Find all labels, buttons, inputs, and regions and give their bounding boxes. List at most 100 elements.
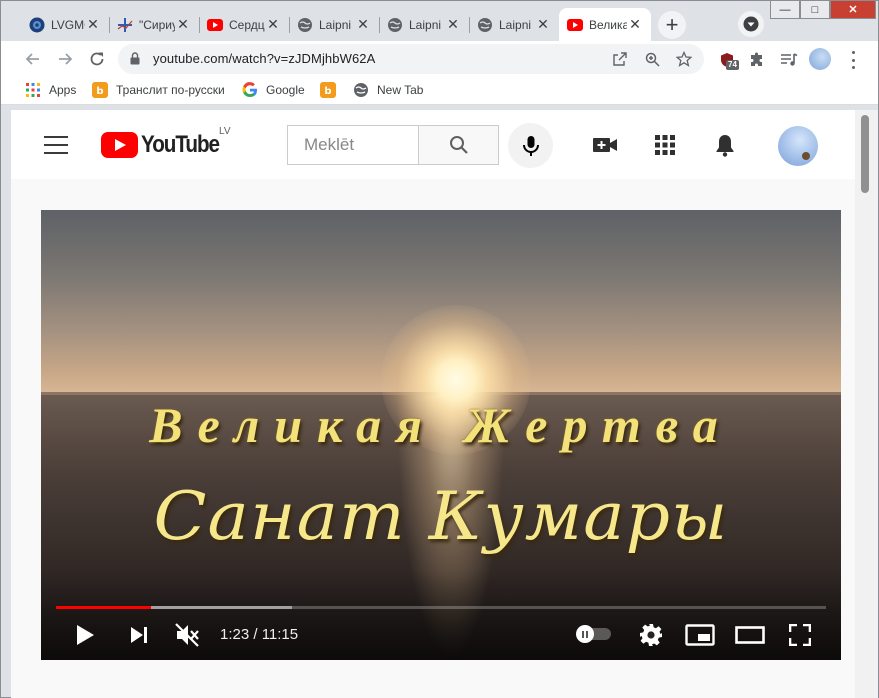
- maximize-button[interactable]: □: [800, 1, 830, 19]
- country-code: LV: [219, 126, 231, 137]
- apps-grid-icon: [655, 135, 675, 155]
- bookmark-new-tab[interactable]: New Tab: [353, 82, 423, 98]
- close-tab-icon[interactable]: ✕: [355, 16, 371, 33]
- window-controls: — □ ✕: [770, 1, 876, 19]
- fullscreen-button[interactable]: [785, 620, 815, 650]
- apps-grid-icon: [25, 82, 41, 98]
- close-tab-icon[interactable]: ✕: [535, 16, 551, 33]
- youtube-logo[interactable]: YouTube: [101, 131, 232, 159]
- search-button[interactable]: [418, 125, 499, 165]
- scrollbar-thumb[interactable]: [861, 115, 869, 193]
- bookmarks-bar: Apps b Транслит по-русски Google b New T…: [1, 77, 878, 105]
- translit-icon: b: [320, 82, 336, 98]
- mute-button[interactable]: [172, 620, 202, 650]
- close-tab-icon[interactable]: ✕: [265, 16, 281, 33]
- reload-button[interactable]: [83, 45, 111, 73]
- extensions-puzzle-icon[interactable]: [747, 50, 767, 70]
- tab-search-button[interactable]: [738, 11, 764, 37]
- open-in-new-icon[interactable]: [611, 50, 629, 68]
- tab-lvgmc[interactable]: LVGMC ✕: [21, 8, 109, 41]
- close-tab-icon[interactable]: ✕: [175, 16, 191, 33]
- volume-muted-icon: [175, 623, 199, 647]
- globe-dark-icon: [29, 17, 45, 33]
- bookmark-translit-2[interactable]: b: [320, 82, 344, 98]
- tab-velikaya-active[interactable]: Велика ✕: [559, 8, 651, 41]
- close-window-button[interactable]: ✕: [830, 1, 876, 19]
- bookmark-translit[interactable]: b Транслит по-русски: [92, 82, 225, 98]
- apps-button[interactable]: [652, 132, 678, 158]
- fullscreen-icon: [789, 624, 811, 646]
- browser-window: LVGMC ✕ "Сириус" ✕ Сердце ✕ Laipni ✕: [0, 0, 879, 698]
- close-tab-icon[interactable]: ✕: [445, 16, 461, 33]
- play-button[interactable]: [70, 620, 100, 650]
- voice-search-button[interactable]: [508, 123, 553, 168]
- profile-avatar[interactable]: [809, 48, 831, 70]
- controls-gradient: [41, 570, 841, 660]
- address-bar[interactable]: youtube.com/watch?v=zJDMjhbW62A: [118, 44, 704, 74]
- microphone-icon: [522, 135, 539, 156]
- video-title-line-2: Санат Кумары: [153, 478, 729, 555]
- globe-icon: [297, 17, 313, 33]
- bookmark-label: New Tab: [377, 83, 424, 97]
- tab-sirius[interactable]: "Сириус" ✕: [109, 8, 199, 41]
- bookmark-google[interactable]: Google: [242, 82, 305, 98]
- forward-button[interactable]: [51, 45, 79, 73]
- search-input[interactable]: [288, 126, 419, 164]
- video-player[interactable]: Великая Жертва Санат Кумары 1:23 / 11:15: [41, 210, 841, 660]
- tab-title: Laipni: [319, 17, 352, 32]
- tab-strip: LVGMC ✕ "Сириус" ✕ Сердце ✕ Laipni ✕: [1, 1, 878, 41]
- tab-laipni-2[interactable]: Laipni ✕: [379, 8, 469, 41]
- account-avatar[interactable]: [778, 126, 818, 166]
- tab-title: Laipni: [499, 17, 532, 32]
- pause-icon: [576, 625, 594, 643]
- next-button[interactable]: [124, 620, 154, 650]
- close-tab-icon[interactable]: ✕: [85, 16, 101, 33]
- browser-menu-button[interactable]: [847, 51, 859, 69]
- globe-icon: [387, 17, 403, 33]
- bookmark-label: Транслит по-русски: [116, 83, 225, 97]
- bookmark-star-icon[interactable]: [675, 50, 693, 68]
- tab-serdtse[interactable]: Сердце ✕: [199, 8, 289, 41]
- zoom-icon[interactable]: [643, 50, 661, 68]
- bookmark-label: Google: [266, 83, 305, 97]
- new-tab-button[interactable]: +: [658, 11, 686, 39]
- settings-button[interactable]: [636, 620, 666, 650]
- miniplayer-button[interactable]: [685, 620, 715, 650]
- tab-title: LVGMC: [51, 17, 85, 32]
- miniplayer-icon: [685, 624, 715, 646]
- tab-laipni-3[interactable]: Laipni ✕: [469, 8, 559, 41]
- tab-title: Сердце: [229, 17, 265, 32]
- globe-icon: [353, 82, 369, 98]
- autoplay-toggle[interactable]: [576, 625, 611, 643]
- video-camera-plus-icon: [593, 138, 617, 152]
- browser-toolbar: youtube.com/watch?v=zJDMjhbW62A 74: [1, 41, 878, 77]
- page-scrollbar[interactable]: [855, 110, 878, 698]
- extension-badge: 74: [726, 60, 739, 70]
- url-text: youtube.com/watch?v=zJDMjhbW62A: [153, 51, 376, 66]
- youtube-page: YouTube LV Meklēt Великая Жертва Санат К…: [11, 110, 855, 698]
- globe-icon: [477, 17, 493, 33]
- svg-text:b: b: [324, 86, 331, 97]
- bookmark-apps[interactable]: Apps: [25, 82, 76, 98]
- youtube-play-logo-icon: [101, 132, 138, 158]
- extension-shield-icon[interactable]: 74: [717, 50, 739, 70]
- create-video-button[interactable]: [592, 132, 618, 158]
- close-tab-icon[interactable]: ✕: [627, 16, 643, 33]
- minimize-button[interactable]: —: [770, 1, 800, 19]
- bookmark-label: Apps: [49, 83, 77, 97]
- tab-title: Laipni: [409, 17, 442, 32]
- play-icon: [77, 625, 94, 645]
- progress-bar[interactable]: [56, 606, 826, 609]
- theater-mode-icon: [735, 626, 765, 644]
- plus-chart-icon: [117, 17, 133, 33]
- guide-menu-icon[interactable]: [44, 136, 68, 154]
- notifications-button[interactable]: [712, 132, 738, 158]
- back-button[interactable]: [19, 45, 47, 73]
- media-control-icon[interactable]: [779, 50, 799, 70]
- svg-text:b: b: [96, 86, 103, 97]
- theater-mode-button[interactable]: [735, 620, 765, 650]
- youtube-icon: [207, 17, 223, 33]
- youtube-header: YouTube LV: [11, 110, 855, 179]
- progress-played: [56, 606, 151, 609]
- tab-laipni-1[interactable]: Laipni ✕: [289, 8, 379, 41]
